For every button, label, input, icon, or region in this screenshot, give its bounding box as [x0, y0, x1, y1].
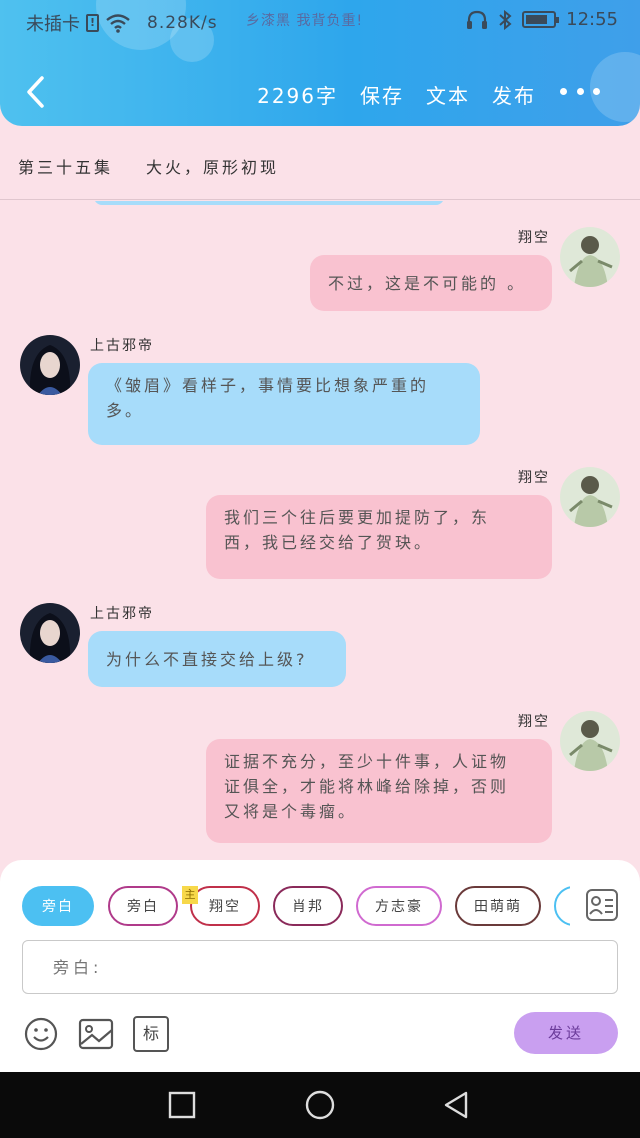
message-list[interactable]: 翔空 不过，这是不可能的 。 上古邪帝 《皱眉》看样子，事情要比想象严重的 多。…: [0, 201, 640, 861]
header-actions: 2296字 保存 文本 发布: [257, 80, 536, 109]
chip-label: 肖邦: [292, 899, 324, 915]
avatar-image: [560, 711, 620, 771]
main-character-badge: 主: [182, 886, 198, 904]
message-text: 证俱全，才能将林峰给除掉，否则: [224, 777, 510, 796]
text-mode-button[interactable]: 文本: [426, 80, 470, 109]
word-count: 2296字: [257, 84, 338, 108]
message-text: 西，我已经交给了贺玦。: [224, 533, 434, 552]
avatar-image: [560, 227, 620, 287]
back-chevron-icon[interactable]: [20, 74, 54, 110]
character-chip-partial[interactable]: [554, 886, 570, 926]
character-chip-fangzhihao[interactable]: 方志豪: [356, 886, 442, 926]
emoji-icon[interactable]: [23, 1016, 59, 1052]
battery-icon: [522, 11, 560, 28]
dot: [593, 88, 600, 95]
clock-time: 12:55: [566, 9, 618, 30]
system-nav-bar: [0, 1072, 640, 1138]
avatar-image: [560, 467, 620, 527]
chapter-title: 大火，原形初现: [146, 158, 280, 177]
character-chip-tianmengmeng[interactable]: 田萌萌: [455, 886, 541, 926]
message-text: 又将是个毒瘤。: [224, 802, 358, 821]
chip-label: 田萌萌: [474, 899, 522, 915]
message-bubble[interactable]: 不过，这是不可能的 。: [310, 255, 552, 311]
message-bubble[interactable]: 我们三个往后要更加提防了，东 西，我已经交给了贺玦。: [206, 495, 552, 579]
image-icon[interactable]: [78, 1016, 114, 1052]
avatar-xiangkong[interactable]: [560, 467, 620, 527]
message-text: 我们三个往后要更加提防了，东: [224, 508, 491, 527]
message-input[interactable]: [22, 940, 618, 994]
network-speed: 8.28K/s: [147, 13, 218, 33]
more-dots-icon[interactable]: [560, 88, 600, 98]
avatar-image: [20, 603, 80, 663]
chip-label: 翔空: [209, 899, 241, 915]
back-triangle-icon[interactable]: [440, 1089, 472, 1121]
avatar-shanggu-xiedi[interactable]: [20, 335, 80, 395]
chip-label: 方志豪: [375, 899, 423, 915]
app-header: 未插卡 ! 8.28K/s 乡漆黑 我背负重! 12:55 2296字 保存 文…: [0, 0, 640, 126]
sim-alert-icon: !: [86, 14, 99, 32]
avatar-image: [20, 335, 80, 395]
character-selector: 旁白 旁白 翔空 肖邦 方志豪 田萌萌: [22, 886, 570, 930]
avatar-xiangkong[interactable]: [560, 227, 620, 287]
bluetooth-icon: [499, 9, 512, 30]
publish-button[interactable]: 发布: [492, 80, 536, 109]
character-chip-narrator-2[interactable]: 旁白: [108, 886, 178, 926]
sender-name: 翔空: [518, 230, 550, 246]
headphones-icon: [467, 10, 488, 29]
previous-message-bubble: [94, 201, 444, 205]
dot: [560, 88, 567, 95]
message-text: 不过，这是不可能的 。: [328, 274, 527, 293]
character-chip-xiaobang[interactable]: 肖邦: [273, 886, 343, 926]
message-text: 为什么不直接交给上级?: [106, 650, 308, 669]
send-button[interactable]: 发送: [514, 1012, 618, 1054]
sender-name: 翔空: [518, 714, 550, 730]
avatar-xiangkong[interactable]: [560, 711, 620, 771]
header-decoration: [590, 52, 640, 122]
character-chip-narrator[interactable]: 旁白: [22, 886, 94, 926]
sender-name: 翔空: [518, 470, 550, 486]
sender-name: 上古邪帝: [90, 338, 154, 354]
message-text: 证据不充分，至少十件事，人证物: [224, 752, 510, 771]
chapter-bar[interactable]: 第三十五集 大火，原形初现: [0, 126, 640, 200]
carrier-text: 未插卡: [26, 14, 80, 35]
chip-label: 旁白: [127, 899, 159, 915]
sender-name: 上古邪帝: [90, 606, 154, 622]
avatar-shanggu-xiedi[interactable]: [20, 603, 80, 663]
character-list-icon[interactable]: [585, 888, 619, 922]
message-bubble[interactable]: 为什么不直接交给上级?: [88, 631, 346, 687]
chip-label: 旁白: [42, 899, 74, 915]
message-bubble[interactable]: 《皱眉》看样子，事情要比想象严重的 多。: [88, 363, 480, 445]
message-text: 多。: [106, 401, 145, 420]
dot: [576, 88, 584, 95]
wifi-icon: [106, 14, 130, 33]
character-chip-xiangkong[interactable]: 翔空: [190, 886, 260, 926]
status-notice-text: 乡漆黑 我背负重!: [246, 13, 364, 29]
mark-icon[interactable]: 标: [133, 1016, 169, 1052]
status-bar: 未插卡 ! 8.28K/s 乡漆黑 我背负重! 12:55: [0, 0, 640, 44]
chapter-number: 第三十五集: [18, 158, 114, 177]
message-text: 《皱眉》看样子，事情要比想象严重的: [106, 376, 430, 395]
recent-apps-icon[interactable]: [166, 1089, 198, 1121]
save-button[interactable]: 保存: [360, 80, 404, 109]
mark-label: 标: [142, 1024, 159, 1043]
home-icon[interactable]: [304, 1089, 336, 1121]
message-bubble[interactable]: 证据不充分，至少十件事，人证物 证俱全，才能将林峰给除掉，否则 又将是个毒瘤。: [206, 739, 552, 843]
